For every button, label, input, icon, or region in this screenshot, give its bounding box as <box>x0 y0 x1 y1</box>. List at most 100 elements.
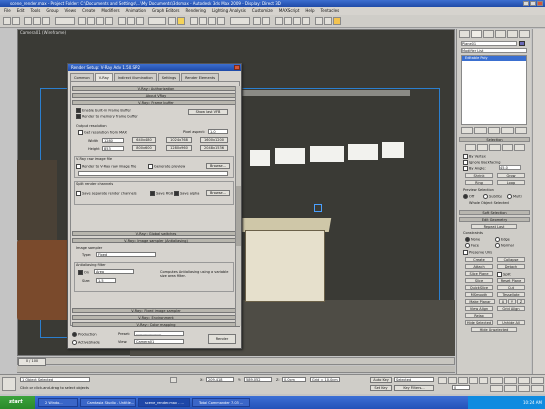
select-by-name-icon[interactable] <box>87 17 95 25</box>
render-production-icon[interactable] <box>333 17 341 25</box>
gizmo-icon[interactable] <box>314 204 322 212</box>
field-of-view-icon[interactable] <box>490 385 503 392</box>
snaps-toggle-icon[interactable] <box>190 17 198 25</box>
menu-help[interactable]: Help <box>305 7 314 15</box>
select-object-icon[interactable] <box>78 17 86 25</box>
select-rotate-icon[interactable] <box>127 17 135 25</box>
constraint-face-radio[interactable]: Face <box>465 243 479 248</box>
edit-geometry-rollout[interactable]: Edit Geometry <box>459 217 530 222</box>
hide-unselected-button[interactable]: Hide Unselected <box>471 327 517 332</box>
aa-filter-dropdown[interactable]: Area <box>94 269 134 274</box>
menu-group[interactable]: Group <box>46 7 58 15</box>
time-slider[interactable]: 0 / 100 <box>18 358 46 366</box>
relax-button[interactable]: Relax <box>465 313 493 318</box>
modify-tab-icon[interactable] <box>471 30 482 38</box>
dialog-scrollbar[interactable] <box>235 86 241 326</box>
render-raw-checkbox[interactable]: Render to V-Ray raw image file <box>76 164 136 169</box>
raw-file-path-field[interactable] <box>78 171 228 176</box>
layer-manager-icon[interactable] <box>275 17 283 25</box>
dialog-scroll-thumb[interactable] <box>236 186 241 246</box>
menu-lighting-analysis[interactable]: Lighting Analysis <box>212 7 246 15</box>
width-field[interactable]: 1280 <box>102 138 124 143</box>
auto-key-button[interactable]: Auto Key <box>370 377 392 383</box>
y-button[interactable]: Y <box>508 299 516 304</box>
polygon-icon[interactable] <box>501 144 513 151</box>
view-dropdown[interactable]: Camera01 <box>134 339 184 344</box>
taskbar-item[interactable]: scene_render.max - ... <box>138 398 190 407</box>
x-coord-field[interactable]: 209.418 <box>206 377 234 382</box>
loop-button[interactable]: Loop <box>497 180 525 185</box>
current-frame-field[interactable]: 0 <box>452 385 470 390</box>
zoom-icon[interactable] <box>490 377 503 384</box>
grow-button[interactable]: Grow <box>497 173 525 178</box>
menu-views[interactable]: Views <box>65 7 77 15</box>
go-to-end-icon[interactable] <box>478 377 489 384</box>
configure-sets-icon[interactable] <box>514 127 528 134</box>
rollout-fixed-sampler[interactable]: V-Ray:: Fixed image sampler <box>72 308 240 313</box>
create-tab-icon[interactable] <box>459 30 470 38</box>
show-last-vfb-button[interactable]: Show last VFB <box>188 109 228 115</box>
rollout-authorization[interactable]: V-Ray:: Authorization <box>72 86 240 91</box>
unlink-icon[interactable] <box>33 17 41 25</box>
go-to-start-icon[interactable] <box>438 377 448 384</box>
key-filters-button[interactable]: Key Filters... <box>394 385 434 391</box>
create-button[interactable]: Create <box>465 257 493 262</box>
menu-file[interactable]: File <box>4 7 11 15</box>
enable-builtin-checkbox[interactable]: Enable built-in Frame Buffer <box>76 108 131 113</box>
make-planar-button[interactable]: Make Planar <box>465 299 495 304</box>
named-selection-dropdown[interactable] <box>230 17 250 25</box>
menu-graph-editors[interactable]: Graph Editors <box>152 7 179 15</box>
generate-preview-checkbox[interactable]: Generate preview <box>148 164 185 169</box>
menu-tools[interactable]: Tools <box>30 7 40 15</box>
get-from-max-checkbox[interactable]: Get resolution from MAX <box>78 130 127 135</box>
close-button[interactable] <box>537 1 543 6</box>
rollout-image-sampler[interactable]: V-Ray:: Image sampler (Antialiasing) <box>72 238 240 243</box>
x-button[interactable]: X <box>499 299 507 304</box>
menu-animation[interactable]: Animation <box>126 7 146 15</box>
redo-icon[interactable] <box>12 17 20 25</box>
taskbar-item[interactable]: 2 Windo... <box>38 398 78 407</box>
unhide-all-button[interactable]: Unhide All <box>497 320 525 325</box>
preset-800-button[interactable]: 800x600 <box>132 145 156 151</box>
zoom-extents-icon[interactable] <box>517 377 531 384</box>
preset-640-button[interactable]: 640x480 <box>132 137 156 143</box>
element-icon[interactable] <box>513 144 526 151</box>
show-end-result-icon[interactable] <box>474 127 487 134</box>
selection-rollout[interactable]: Selection <box>459 137 530 142</box>
constraint-normal-radio[interactable]: Normal <box>495 243 514 248</box>
modifier-list-dropdown[interactable]: Modifier List <box>461 48 527 53</box>
quickslice-button[interactable]: QuickSlice <box>465 285 493 290</box>
vertex-icon[interactable] <box>465 144 477 151</box>
constraint-edge-radio[interactable]: Edge <box>495 237 510 242</box>
save-separate-checkbox[interactable]: Save separate render channels <box>76 191 137 196</box>
preview-subobj-radio[interactable]: SubObj <box>483 194 502 199</box>
select-move-icon[interactable] <box>118 17 126 25</box>
by-angle-checkbox[interactable]: By Angle: <box>463 166 486 171</box>
z-button[interactable]: Z <box>517 299 525 304</box>
pin-stack-icon[interactable] <box>461 127 474 134</box>
msmooth-button[interactable]: MSmooth <box>465 292 493 297</box>
rollout-environment[interactable]: V-Ray:: Environment <box>72 315 240 320</box>
render-memory-checkbox[interactable]: Render to memory frame buffer <box>76 114 138 119</box>
hide-selected-button[interactable]: Hide Selected <box>465 320 493 325</box>
constraint-none-radio[interactable]: None <box>465 237 480 242</box>
bind-space-warp-icon[interactable] <box>42 17 50 25</box>
collapse-button[interactable]: Collapse <box>497 257 525 262</box>
select-manipulate-icon[interactable] <box>177 17 185 25</box>
viewport-label[interactable]: Camera01 (Wireframe) <box>20 30 66 35</box>
track-bar[interactable] <box>17 366 455 373</box>
reference-coordinate-dropdown[interactable] <box>148 17 166 25</box>
attach-button[interactable]: Attach <box>465 264 493 269</box>
view-align-button[interactable]: View Align <box>465 306 493 311</box>
rollout-frame-buffer[interactable]: V-Ray:: Frame buffer <box>72 100 240 105</box>
border-icon[interactable] <box>489 144 501 151</box>
material-editor-icon[interactable] <box>302 17 310 25</box>
link-icon[interactable] <box>24 17 32 25</box>
aa-on-checkbox[interactable]: On <box>78 270 89 275</box>
make-unique-icon[interactable] <box>487 127 501 134</box>
schematic-view-icon[interactable] <box>293 17 301 25</box>
menu-rendering[interactable]: Rendering <box>186 7 206 15</box>
preview-off-radio[interactable]: Off <box>463 194 474 199</box>
select-scale-icon[interactable] <box>136 17 144 25</box>
utilities-tab-icon[interactable] <box>519 30 530 38</box>
